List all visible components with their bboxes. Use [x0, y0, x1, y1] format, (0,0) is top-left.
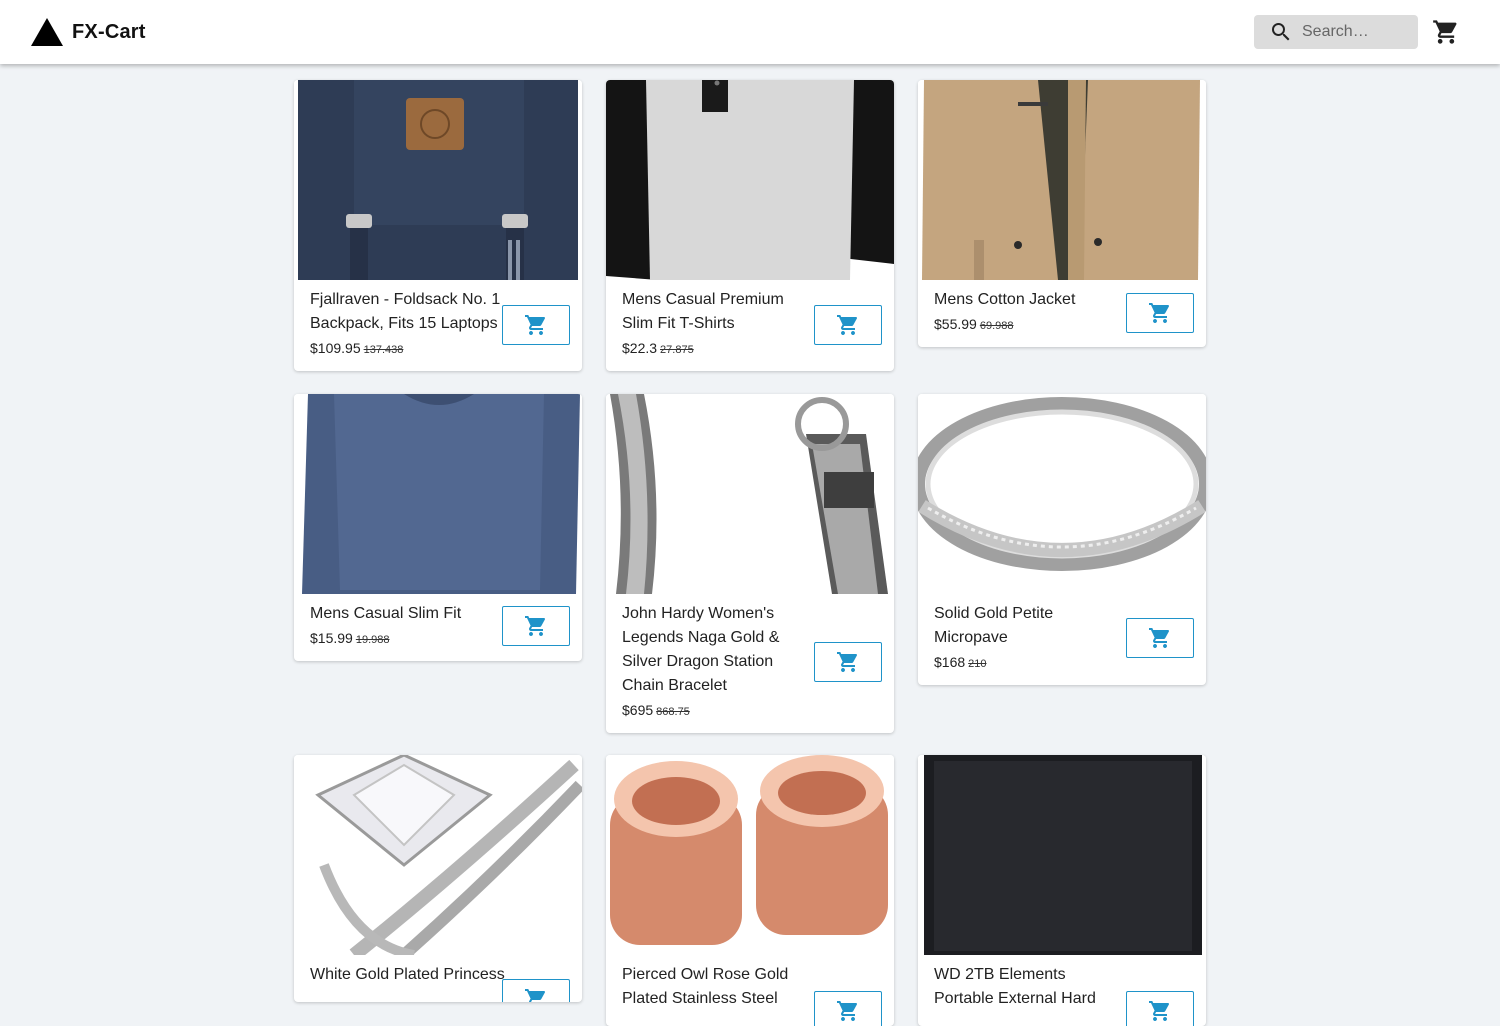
app-bar: FX-Cart: [0, 0, 1500, 64]
search-input[interactable]: [1302, 23, 1412, 41]
product-old-price: 137.438: [363, 344, 404, 356]
product-image-tshirt[interactable]: [606, 80, 894, 280]
add-to-cart-button[interactable]: [814, 642, 882, 682]
product-old-price: 868.75: [656, 706, 690, 718]
product-old-price: 19.988: [355, 634, 390, 646]
product-card[interactable]: WD 2TB Elements Portable External Hard: [918, 755, 1206, 1026]
add-cart-icon: [1149, 628, 1170, 648]
product-card[interactable]: White Gold Plated Princess: [294, 755, 582, 1002]
product-title[interactable]: Mens Casual Premium Slim Fit T-Shirts: [622, 288, 817, 336]
product-card[interactable]: Mens Cotton Jacket $55.99 69.988: [918, 80, 1206, 347]
add-cart-icon: [525, 616, 546, 636]
product-card[interactable]: Solid Gold Petite Micropave $168 210: [918, 394, 1206, 685]
product-image-backpack[interactable]: [294, 80, 582, 280]
add-to-cart-button[interactable]: [814, 305, 882, 345]
product-title[interactable]: WD 2TB Elements Portable External Hard: [934, 963, 1129, 1011]
add-cart-icon: [1149, 1001, 1170, 1021]
add-to-cart-button[interactable]: [502, 305, 570, 345]
product-image-plugs[interactable]: [606, 755, 894, 955]
search-icon: [1272, 23, 1290, 41]
product-card[interactable]: Mens Casual Slim Fit $15.99 19.988: [294, 394, 582, 661]
add-to-cart-button[interactable]: [814, 991, 882, 1026]
add-cart-icon: [837, 315, 858, 335]
add-to-cart-button[interactable]: [1126, 618, 1194, 658]
add-to-cart-button[interactable]: [502, 979, 570, 1002]
product-price: $168: [934, 654, 966, 670]
add-cart-icon: [1149, 303, 1170, 323]
product-title[interactable]: Fjallraven - Foldsack No. 1 Backpack, Fi…: [310, 288, 505, 336]
add-cart-icon: [837, 1001, 858, 1021]
add-cart-icon: [837, 652, 858, 672]
product-title[interactable]: John Hardy Women's Legends Naga Gold & S…: [622, 602, 817, 698]
product-old-price: 27.875: [660, 344, 694, 356]
brand-title: FX-Cart: [72, 20, 146, 43]
product-image-harddrive[interactable]: [918, 755, 1206, 955]
product-old-price: 210: [968, 658, 987, 670]
product-card[interactable]: John Hardy Women's Legends Naga Gold & S…: [606, 394, 894, 733]
add-to-cart-button[interactable]: [1126, 991, 1194, 1026]
product-price: $22.3: [622, 340, 658, 356]
product-image-bracelet[interactable]: [606, 394, 894, 594]
product-image-jacket[interactable]: [918, 80, 1206, 280]
product-price: $109.95: [310, 340, 361, 356]
product-image-ring[interactable]: [294, 755, 582, 955]
product-title[interactable]: Solid Gold Petite Micropave: [934, 602, 1129, 650]
product-price: $15.99: [310, 630, 353, 646]
add-to-cart-button[interactable]: [502, 606, 570, 646]
search-box[interactable]: [1254, 15, 1418, 49]
product-title[interactable]: Mens Casual Slim Fit: [310, 602, 505, 626]
triangle-logo-icon: [31, 18, 63, 46]
product-image-bangle[interactable]: [918, 394, 1206, 594]
product-card[interactable]: Pierced Owl Rose Gold Plated Stainless S…: [606, 755, 894, 1026]
product-old-price: 69.988: [979, 320, 1014, 332]
add-to-cart-button[interactable]: [1126, 293, 1194, 333]
product-image-longsleeve[interactable]: [294, 394, 582, 594]
product-card[interactable]: Mens Casual Premium Slim Fit T-Shirts $2…: [606, 80, 894, 371]
product-price: $695: [622, 702, 654, 718]
product-price: $55.99: [934, 316, 977, 332]
product-title[interactable]: Mens Cotton Jacket: [934, 288, 1129, 312]
brand[interactable]: FX-Cart: [30, 13, 146, 51]
product-title[interactable]: White Gold Plated Princess: [310, 963, 505, 987]
product-card[interactable]: Fjallraven - Foldsack No. 1 Backpack, Fi…: [294, 80, 582, 371]
cart-icon[interactable]: [1432, 18, 1460, 46]
product-title[interactable]: Pierced Owl Rose Gold Plated Stainless S…: [622, 963, 817, 1011]
add-cart-icon: [525, 315, 546, 335]
